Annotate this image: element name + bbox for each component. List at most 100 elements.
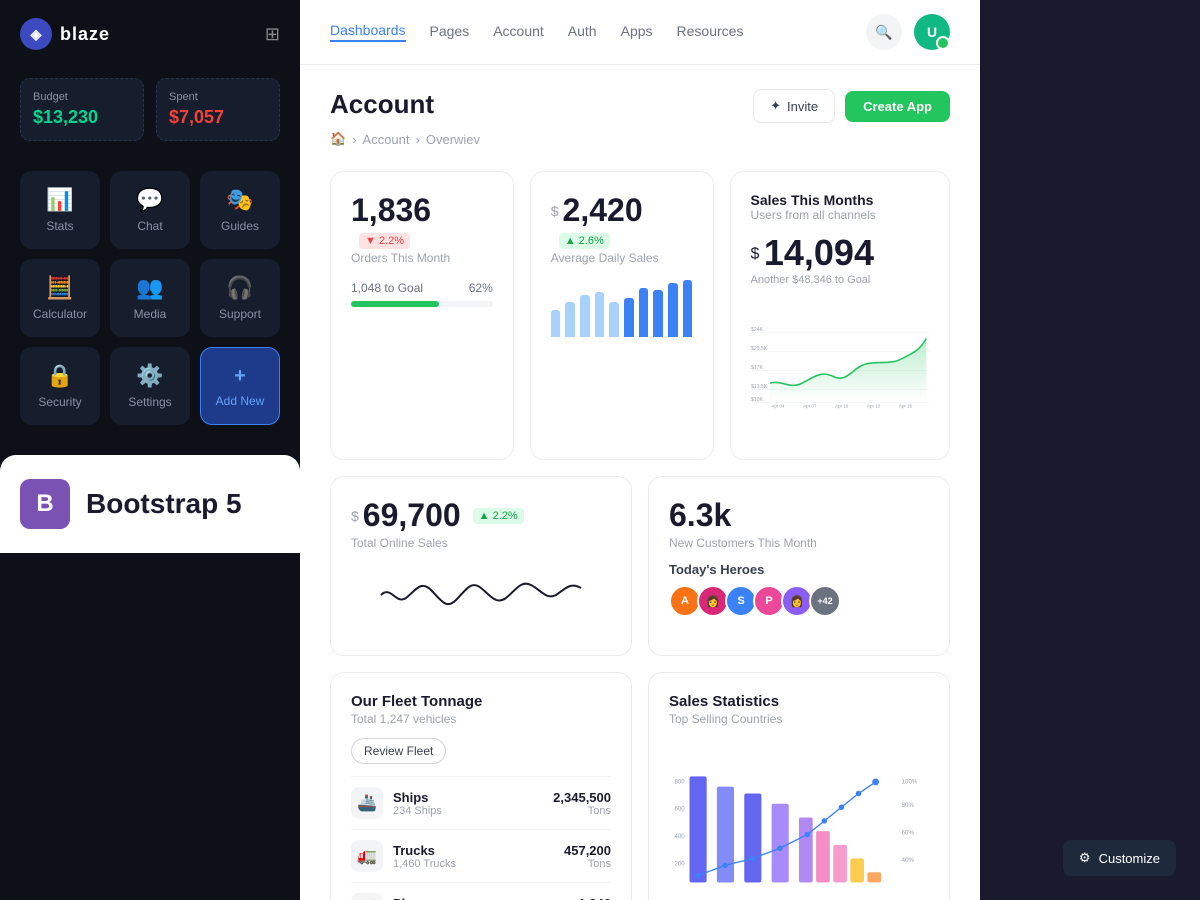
calculator-icon: 🧮 <box>46 275 73 301</box>
budget-card: Budget $13,230 <box>20 78 144 141</box>
metrics-row-2: $ 69,700 ▲ 2.2% Total Online Sales 6.3k … <box>330 476 950 656</box>
nav-grid: 📊 Stats 💬 Chat 🎭 Guides 🧮 Calculator 👥 M… <box>0 161 300 435</box>
ships-value: 2,345,500 <box>553 790 611 805</box>
customers-label: New Customers This Month <box>669 536 929 550</box>
sidebar-item-security[interactable]: 🔒 Security <box>20 347 100 425</box>
svg-text:$10K: $10K <box>751 397 763 403</box>
sales-sub-label: Another $48,346 to Goal <box>751 274 930 286</box>
bar-col-4 <box>772 804 789 883</box>
breadcrumb: 🏠 › Account › Overwiev <box>330 131 950 147</box>
sidebar-item-support[interactable]: 🎧 Support <box>200 259 280 337</box>
svg-text:600: 600 <box>674 806 685 813</box>
svg-text:Apr 04: Apr 04 <box>771 403 785 408</box>
online-sales-label: Total Online Sales <box>351 536 611 550</box>
nav-link-pages[interactable]: Pages <box>430 23 470 41</box>
stats-subtitle: Top Selling Countries <box>669 712 929 726</box>
planes-name: Planes <box>393 896 442 900</box>
page-actions: ✦ Invite Create App <box>753 89 950 123</box>
svg-text:40%: 40% <box>902 857 915 864</box>
sidebar: ◈ blaze ⊞ Budget $13,230 Spent $7,057 📊 … <box>0 0 300 900</box>
bar-1 <box>551 310 561 337</box>
sales-stats-card: Sales Statistics Top Selling Countries 8… <box>648 672 950 900</box>
page-content: Account ✦ Invite Create App 🏠 › Account … <box>300 65 980 900</box>
daily-sales-chart <box>551 277 693 337</box>
spent-card: Spent $7,057 <box>156 78 280 141</box>
bar-4 <box>595 292 605 337</box>
svg-text:100%: 100% <box>902 778 918 785</box>
invite-button[interactable]: ✦ Invite <box>753 89 835 123</box>
orders-label: Orders This Month <box>351 251 493 265</box>
nav-link-dashboards[interactable]: Dashboards <box>330 22 406 42</box>
stats-icon: 📊 <box>46 187 73 213</box>
hero-avatar-count: +42 <box>809 585 841 617</box>
online-sales-badge: ▲ 2.2% <box>473 508 524 524</box>
planes-icon: ✈️ <box>351 893 383 900</box>
chat-icon: 💬 <box>136 187 163 213</box>
sales-month-card: Sales This Months Users from all channel… <box>730 171 951 460</box>
sidebar-item-settings[interactable]: ⚙️ Settings <box>110 347 190 425</box>
bar-9 <box>668 283 678 337</box>
bar-8 <box>653 290 663 337</box>
sidebar-item-guides[interactable]: 🎭 Guides <box>200 171 280 249</box>
sidebar-item-chat[interactable]: 💬 Chat <box>110 171 190 249</box>
sales-subtitle: Users from all channels <box>751 208 930 222</box>
breadcrumb-account: Account <box>363 132 410 147</box>
fleet-item-ships: 🚢 Ships 234 Ships 2,345,500 Tons <box>351 776 611 829</box>
fleet-item-planes: ✈️ Planes 8 Aircrafts 1,240 Tons <box>351 882 611 900</box>
sidebar-item-label: Guides <box>221 219 259 233</box>
heroes-label: Today's Heroes <box>669 562 929 577</box>
sidebar-item-label: Settings <box>128 395 171 409</box>
top-nav-actions: 🔍 U <box>866 14 950 50</box>
fleet-card: Our Fleet Tonnage Total 1,247 vehicles R… <box>330 672 632 900</box>
menu-icon[interactable]: ⊞ <box>265 24 280 45</box>
breadcrumb-overview: Overwiev <box>426 132 480 147</box>
ships-name: Ships <box>393 790 442 805</box>
search-button[interactable]: 🔍 <box>866 14 902 50</box>
sidebar-item-label: Stats <box>46 219 73 233</box>
svg-text:400: 400 <box>674 833 685 840</box>
sidebar-item-label: Support <box>219 307 261 321</box>
page-title: Account <box>330 89 434 120</box>
online-sales-chart <box>351 560 611 630</box>
new-customers-card: 6.3k New Customers This Month Today's He… <box>648 476 950 656</box>
customers-value: 6.3k <box>669 497 929 534</box>
breadcrumb-home: 🏠 <box>330 131 346 147</box>
customize-button[interactable]: ⚙ Customize <box>1063 840 1176 876</box>
trucks-value: 457,200 <box>564 843 611 858</box>
bar-6 <box>624 298 634 337</box>
planes-value: 1,240 <box>578 896 611 900</box>
fleet-title: Our Fleet Tonnage <box>351 693 611 710</box>
create-app-button[interactable]: Create App <box>845 91 950 122</box>
app-name: blaze <box>60 24 110 45</box>
settings-icon: ⚙️ <box>136 363 163 389</box>
sidebar-item-media[interactable]: 👥 Media <box>110 259 190 337</box>
guides-icon: 🎭 <box>226 187 253 213</box>
bottom-row: Our Fleet Tonnage Total 1,247 vehicles R… <box>330 672 950 900</box>
fleet-item-trucks: 🚛 Trucks 1,460 Trucks 457,200 Tons <box>351 829 611 882</box>
page-header: Account ✦ Invite Create App <box>330 89 950 123</box>
stats-title: Sales Statistics <box>669 693 929 710</box>
sidebar-item-add-new[interactable]: + Add New <box>200 347 280 425</box>
goal-label: 1,048 to Goal <box>351 281 423 295</box>
nav-link-apps[interactable]: Apps <box>621 23 653 41</box>
right-panel <box>980 0 1200 900</box>
sidebar-item-stats[interactable]: 📊 Stats <box>20 171 100 249</box>
nav-link-account[interactable]: Account <box>493 23 544 41</box>
progress-bar-fill <box>351 301 439 307</box>
ships-count: 234 Ships <box>393 805 442 817</box>
review-fleet-button[interactable]: Review Fleet <box>351 738 446 764</box>
sidebar-item-label: Calculator <box>33 307 87 321</box>
progress-bar-bg <box>351 301 493 307</box>
user-avatar[interactable]: U <box>914 14 950 50</box>
fleet-subtitle: Total 1,247 vehicles <box>351 712 611 726</box>
sidebar-item-calculator[interactable]: 🧮 Calculator <box>20 259 100 337</box>
plus-icon: ✦ <box>770 98 781 114</box>
sidebar-item-label: Security <box>38 395 81 409</box>
bar-col-1 <box>690 776 707 882</box>
sales-line-chart: $24K $20.5K $17K $13.5K $10K Apr 04 Apr … <box>751 294 930 434</box>
svg-text:Apr 07: Apr 07 <box>803 403 817 408</box>
svg-text:$17K: $17K <box>751 365 763 371</box>
sales-big-value: 14,094 <box>764 232 874 273</box>
nav-link-resources[interactable]: Resources <box>677 23 744 41</box>
nav-link-auth[interactable]: Auth <box>568 23 597 41</box>
